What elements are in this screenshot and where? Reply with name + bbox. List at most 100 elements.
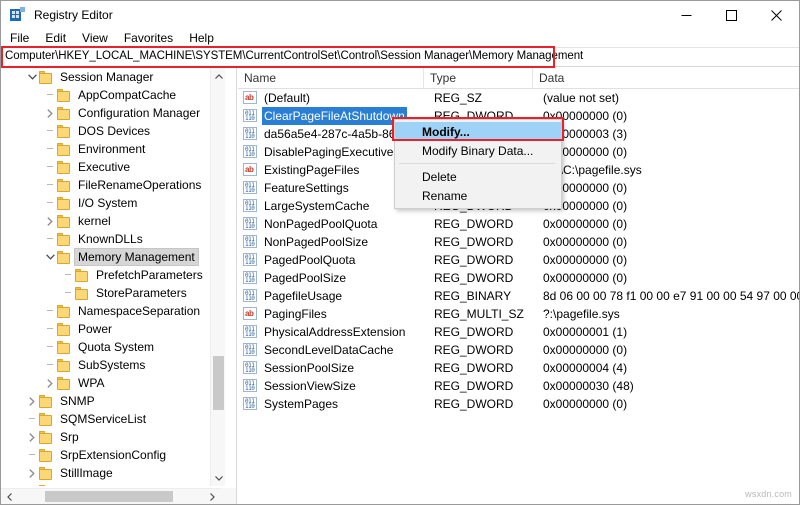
table-row[interactable]: 011 110 PagedPoolQuota REG_DWORD 0x00000000 … <box>238 251 799 269</box>
chevron-right-icon[interactable] <box>43 374 57 392</box>
value-data: 0x00000000 (0) <box>543 253 628 267</box>
menu-file[interactable]: File <box>3 30 36 47</box>
tree-item-storeparameters[interactable]: StoreParameters <box>1 284 211 302</box>
value-type: REG_DWORD <box>434 271 514 285</box>
table-row[interactable]: 011 110 SessionViewSize REG_DWORD 0x00000030… <box>238 377 799 395</box>
tree-item-label: Srp <box>60 430 79 444</box>
scroll-up-icon[interactable] <box>211 68 226 84</box>
tree-scroll-thumb[interactable] <box>213 356 224 410</box>
table-row[interactable]: 011 110 PagedPoolSize REG_DWORD 0x00000000 (… <box>238 269 799 287</box>
folder-icon <box>57 214 71 228</box>
scroll-left-icon[interactable] <box>1 489 17 504</box>
registry-tree-pane[interactable]: Session Manager AppCompatCache Configurati… <box>1 68 237 504</box>
value-type: REG_DWORD <box>434 217 514 231</box>
address-bar[interactable]: Computer\HKEY_LOCAL_MACHINE\SYSTEM\Curre… <box>1 47 799 67</box>
tree-vertical-scrollbar[interactable] <box>210 68 225 486</box>
chevron-right-icon[interactable] <box>25 464 39 482</box>
menu-edit[interactable]: Edit <box>38 30 73 47</box>
tree-item-appcompatcache[interactable]: AppCompatCache <box>1 86 211 104</box>
tree-item-label: SubSystems <box>78 358 146 372</box>
context-menu-item-modify-binary-data[interactable]: Modify Binary Data... <box>395 141 561 160</box>
binary-value-icon: 011 110 <box>243 181 257 194</box>
tree-leaf-stub <box>43 176 57 194</box>
tree-item-sqmservicelist[interactable]: SQMServiceList <box>1 410 211 428</box>
tree-item-srp[interactable]: Srp <box>1 428 211 446</box>
context-menu[interactable]: Modify... Modify Binary Data... Delete Rena… <box>394 119 562 209</box>
binary-value-icon: 011 110 <box>243 325 257 338</box>
value-data: 0x00000004 (4) <box>543 361 628 375</box>
context-menu-item-rename[interactable]: Rename <box>395 186 561 205</box>
tree-hscroll-thumb[interactable] <box>45 491 173 502</box>
tree-item-wpa[interactable]: WPA <box>1 374 211 392</box>
tree-leaf-stub <box>43 158 57 176</box>
table-row[interactable]: ab (Default) REG_SZ (value not set) <box>238 89 799 107</box>
tree-item-memory-management[interactable]: Memory Management <box>1 248 211 266</box>
chevron-right-icon[interactable] <box>43 212 57 230</box>
value-name: (Default) <box>264 91 311 105</box>
table-row[interactable]: ab PagingFiles REG_MULTI_SZ ?:\pagefile.sys <box>238 305 799 323</box>
value-name: da56a5e4-287c-4a5b-86d <box>264 127 403 141</box>
binary-value-icon: 011 110 <box>243 343 257 356</box>
tree-item-srpextensionconfig[interactable]: SrpExtensionConfig <box>1 446 211 464</box>
chevron-right-icon[interactable] <box>25 392 39 410</box>
tree-item-stillimage[interactable]: StillImage <box>1 464 211 482</box>
tree-item-i-o-system[interactable]: I/O System <box>1 194 211 212</box>
scroll-right-icon[interactable] <box>204 489 220 504</box>
tree-item-label: FileRenameOperations <box>78 178 202 192</box>
tree-item-storage[interactable]: Storage <box>1 482 211 486</box>
tree-horizontal-scrollbar[interactable] <box>1 488 236 504</box>
binary-value-icon: 011 110 <box>243 289 257 302</box>
table-row[interactable]: 011 110 SystemPages REG_DWORD 0x00000000 (0) <box>238 395 799 413</box>
column-header-data[interactable]: Data <box>533 68 799 88</box>
value-name: PhysicalAddressExtension <box>264 325 406 339</box>
tree-item-executive[interactable]: Executive <box>1 158 211 176</box>
tree-item-kernel[interactable]: kernel <box>1 212 211 230</box>
chevron-down-icon[interactable] <box>43 248 57 266</box>
minimize-icon[interactable] <box>664 1 709 29</box>
watermark: wsxdn.com <box>745 489 792 499</box>
column-header-type[interactable]: Type <box>424 68 533 88</box>
tree-item-knowndlls[interactable]: KnownDLLs <box>1 230 211 248</box>
chevron-right-icon[interactable] <box>43 104 57 122</box>
close-icon[interactable] <box>754 1 799 29</box>
chevron-down-icon[interactable] <box>25 68 39 86</box>
tree-item-session-manager[interactable]: Session Manager <box>1 68 211 86</box>
chevron-right-icon[interactable] <box>25 428 39 446</box>
menu-view[interactable]: View <box>75 30 115 47</box>
tree-item-snmp[interactable]: SNMP <box>1 392 211 410</box>
value-data: (value not set) <box>543 91 620 105</box>
tree-item-label: StoreParameters <box>96 286 187 300</box>
registry-tree[interactable]: Session Manager AppCompatCache Configurati… <box>1 68 211 486</box>
folder-icon <box>57 178 71 192</box>
maximize-icon[interactable] <box>709 1 754 29</box>
tree-item-label: KnownDLLs <box>78 232 143 246</box>
tree-item-configuration-manager[interactable]: Configuration Manager <box>1 104 211 122</box>
value-name: NonPagedPoolQuota <box>264 217 378 231</box>
tree-item-prefetchparameters[interactable]: PrefetchParameters <box>1 266 211 284</box>
context-menu-item-modify[interactable]: Modify... <box>395 122 561 141</box>
table-row[interactable]: 011 110 PhysicalAddressExtension REG_DWORD 0… <box>238 323 799 341</box>
tree-item-filerenameoperations[interactable]: FileRenameOperations <box>1 176 211 194</box>
menu-help[interactable]: Help <box>182 30 221 47</box>
context-menu-item-delete[interactable]: Delete <box>395 167 561 186</box>
tree-leaf-stub <box>43 356 57 374</box>
chevron-right-icon[interactable] <box>25 482 39 486</box>
scroll-down-icon[interactable] <box>211 470 226 486</box>
table-row[interactable]: 011 110 PagefileUsage REG_BINARY 8d 06 00 00… <box>238 287 799 305</box>
tree-item-subsystems[interactable]: SubSystems <box>1 356 211 374</box>
tree-leaf-stub <box>43 302 57 320</box>
tree-item-power[interactable]: Power <box>1 320 211 338</box>
tree-item-environment[interactable]: Environment <box>1 140 211 158</box>
column-header-name[interactable]: Name <box>238 68 424 88</box>
tree-item-label: Executive <box>78 160 131 174</box>
tree-item-label: Memory Management <box>74 248 199 266</box>
tree-item-quota-system[interactable]: Quota System <box>1 338 211 356</box>
table-row[interactable]: 011 110 SessionPoolSize REG_DWORD 0x00000004… <box>238 359 799 377</box>
table-row[interactable]: 011 110 NonPagedPoolSize REG_DWORD 0x0000000… <box>238 233 799 251</box>
table-row[interactable]: 011 110 NonPagedPoolQuota REG_DWORD 0x000000… <box>238 215 799 233</box>
tree-item-namespaceseparation[interactable]: NamespaceSeparation <box>1 302 211 320</box>
table-row[interactable]: 011 110 SecondLevelDataCache REG_DWORD 0x000… <box>238 341 799 359</box>
menu-favorites[interactable]: Favorites <box>117 30 180 47</box>
tree-item-dos-devices[interactable]: DOS Devices <box>1 122 211 140</box>
registry-editor-window: Registry Editor File Edit View Favorites… <box>0 0 800 505</box>
